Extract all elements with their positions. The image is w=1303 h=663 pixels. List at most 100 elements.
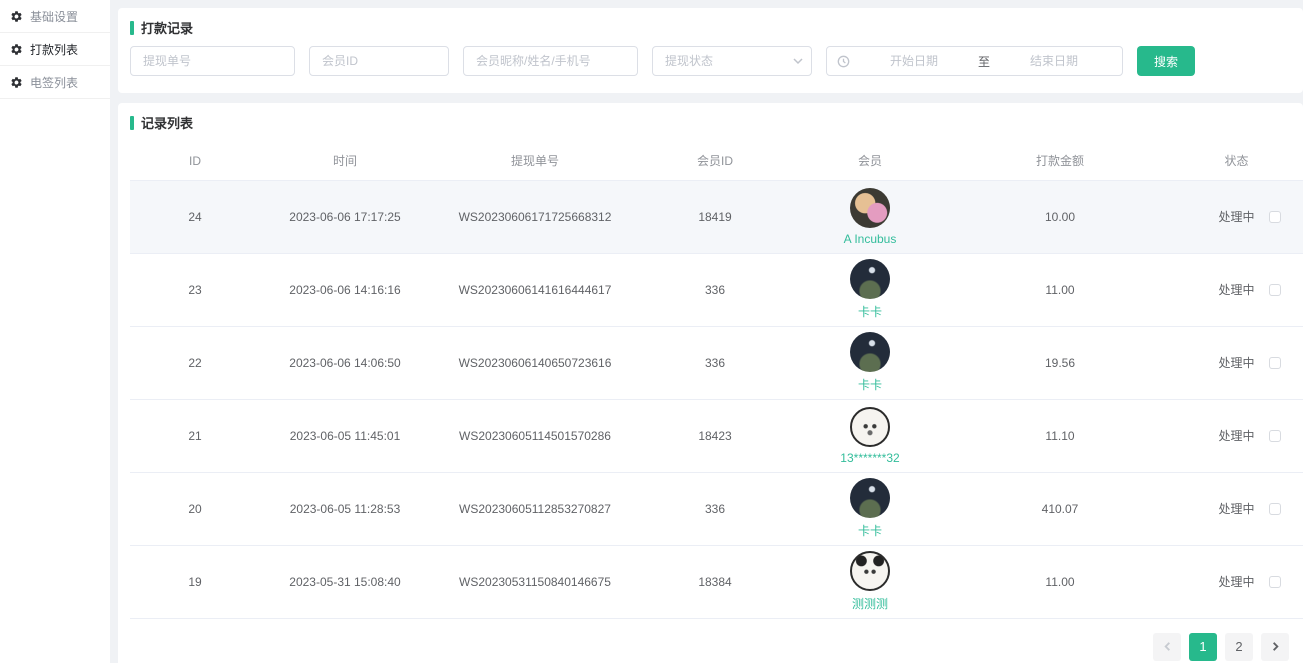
record-amount: 11.00 bbox=[950, 545, 1170, 618]
date-separator: 至 bbox=[978, 53, 990, 70]
records-card: 记录列表 ID 时间 提现单号 会员ID 会员 打款金额 状态 2 bbox=[118, 103, 1303, 663]
record-time: 2023-06-06 14:06:50 bbox=[260, 326, 430, 399]
record-amount: 11.00 bbox=[950, 253, 1170, 326]
member-cell: 卡卡 bbox=[790, 478, 950, 539]
record-id: 19 bbox=[130, 545, 260, 618]
records-section-title: 记录列表 bbox=[130, 113, 1303, 132]
record-time: 2023-06-05 11:45:01 bbox=[260, 399, 430, 472]
record-order-no: WS20230605112853270827 bbox=[430, 472, 640, 545]
member-name-link[interactable]: 卡卡 bbox=[858, 303, 882, 320]
member-id-input[interactable] bbox=[309, 46, 449, 76]
start-date-input[interactable] bbox=[854, 54, 974, 68]
member-cell: 13*******32 bbox=[790, 407, 950, 465]
withdraw-order-no-input[interactable] bbox=[130, 46, 295, 76]
column-header-member-id: 会员ID bbox=[640, 142, 790, 180]
sidebar-item-label: 基础设置 bbox=[30, 8, 78, 25]
sidebar-item-label: 电签列表 bbox=[30, 74, 78, 91]
cutoff-action-button[interactable] bbox=[1269, 357, 1281, 369]
member-avatar bbox=[850, 259, 890, 299]
record-amount: 410.07 bbox=[950, 472, 1170, 545]
record-member-id: 336 bbox=[640, 253, 790, 326]
record-amount: 10.00 bbox=[950, 180, 1170, 253]
date-range-picker[interactable]: 至 bbox=[826, 46, 1123, 76]
member-cell: 卡卡 bbox=[790, 259, 950, 320]
table-row: 24 2023-06-06 17:17:25 WS202306061717256… bbox=[130, 180, 1303, 253]
filter-section-title: 打款记录 bbox=[130, 18, 1291, 37]
record-id: 20 bbox=[130, 472, 260, 545]
record-member-id: 18423 bbox=[640, 399, 790, 472]
column-header-status: 状态 bbox=[1170, 142, 1303, 180]
table-row: 20 2023-06-05 11:28:53 WS202306051128532… bbox=[130, 472, 1303, 545]
record-id: 24 bbox=[130, 180, 260, 253]
record-time: 2023-06-05 11:28:53 bbox=[260, 472, 430, 545]
cutoff-action-button[interactable] bbox=[1269, 576, 1281, 588]
gear-icon bbox=[10, 10, 23, 23]
sidebar-item-label: 打款列表 bbox=[30, 41, 78, 58]
member-cell: 测测测 bbox=[790, 551, 950, 612]
member-avatar bbox=[850, 407, 890, 447]
end-date-input[interactable] bbox=[994, 54, 1114, 68]
record-amount: 11.10 bbox=[950, 399, 1170, 472]
cutoff-action-button[interactable] bbox=[1269, 430, 1281, 442]
search-button[interactable]: 搜索 bbox=[1137, 46, 1195, 76]
section-title-bar bbox=[130, 21, 134, 35]
section-title-bar bbox=[130, 116, 134, 130]
filter-section-title-text: 打款记录 bbox=[141, 18, 193, 37]
pagination-page-1-button[interactable]: 1 bbox=[1189, 633, 1217, 661]
record-time: 2023-06-06 14:16:16 bbox=[260, 253, 430, 326]
gear-icon bbox=[10, 43, 23, 56]
record-status: 处理中 bbox=[1170, 472, 1303, 545]
member-avatar bbox=[850, 332, 890, 372]
column-header-id: ID bbox=[130, 142, 260, 180]
member-avatar bbox=[850, 478, 890, 518]
column-header-time: 时间 bbox=[260, 142, 430, 180]
record-member-id: 18419 bbox=[640, 180, 790, 253]
column-header-order-no: 提现单号 bbox=[430, 142, 640, 180]
table-row: 21 2023-06-05 11:45:01 WS202306051145015… bbox=[130, 399, 1303, 472]
pagination: 1 2 bbox=[130, 619, 1303, 661]
record-order-no: WS20230605114501570286 bbox=[430, 399, 640, 472]
member-cell: 卡卡 bbox=[790, 332, 950, 393]
column-header-member: 会员 bbox=[790, 142, 950, 180]
record-time: 2023-05-31 15:08:40 bbox=[260, 545, 430, 618]
pagination-next-button[interactable] bbox=[1261, 633, 1289, 661]
record-status: 处理中 bbox=[1170, 545, 1303, 618]
cutoff-action-button[interactable] bbox=[1269, 284, 1281, 296]
record-status: 处理中 bbox=[1170, 326, 1303, 399]
member-name-link[interactable]: 测测测 bbox=[852, 595, 888, 612]
member-avatar bbox=[850, 188, 890, 228]
sidebar-item-esign-list[interactable]: 电签列表 bbox=[0, 66, 110, 99]
record-amount: 19.56 bbox=[950, 326, 1170, 399]
cutoff-action-button[interactable] bbox=[1269, 211, 1281, 223]
gear-icon bbox=[10, 76, 23, 89]
sidebar-item-payment-list[interactable]: 打款列表 bbox=[0, 33, 110, 66]
table-row: 23 2023-06-06 14:16:16 WS202306061416164… bbox=[130, 253, 1303, 326]
chevron-right-icon bbox=[1270, 641, 1281, 652]
clock-icon bbox=[837, 55, 850, 68]
member-cell: A Incubus bbox=[790, 188, 950, 246]
records-section-title-text: 记录列表 bbox=[141, 113, 193, 132]
sidebar-item-basic-settings[interactable]: 基础设置 bbox=[0, 0, 110, 33]
cutoff-action-button[interactable] bbox=[1269, 503, 1281, 515]
table-row: 19 2023-05-31 15:08:40 WS202305311508401… bbox=[130, 545, 1303, 618]
record-id: 21 bbox=[130, 399, 260, 472]
table-header-row: ID 时间 提现单号 会员ID 会员 打款金额 状态 bbox=[130, 142, 1303, 180]
withdraw-status-select-input[interactable] bbox=[652, 46, 812, 76]
member-name-link[interactable]: 卡卡 bbox=[858, 376, 882, 393]
record-status: 处理中 bbox=[1170, 253, 1303, 326]
member-info-input[interactable] bbox=[463, 46, 638, 76]
withdraw-status-select[interactable] bbox=[652, 46, 812, 76]
pagination-prev-button[interactable] bbox=[1153, 633, 1181, 661]
member-name-link[interactable]: A Incubus bbox=[844, 232, 897, 246]
member-name-link[interactable]: 13*******32 bbox=[840, 451, 899, 465]
record-member-id: 18384 bbox=[640, 545, 790, 618]
main-content: 打款记录 至 搜索 记录列表 bbox=[118, 0, 1303, 663]
record-order-no: WS20230606171725668312 bbox=[430, 180, 640, 253]
table-row: 22 2023-06-06 14:06:50 WS202306061406507… bbox=[130, 326, 1303, 399]
record-order-no: WS20230606141616444617 bbox=[430, 253, 640, 326]
record-status: 处理中 bbox=[1170, 180, 1303, 253]
record-status: 处理中 bbox=[1170, 399, 1303, 472]
member-name-link[interactable]: 卡卡 bbox=[858, 522, 882, 539]
record-member-id: 336 bbox=[640, 472, 790, 545]
pagination-page-2-button[interactable]: 2 bbox=[1225, 633, 1253, 661]
